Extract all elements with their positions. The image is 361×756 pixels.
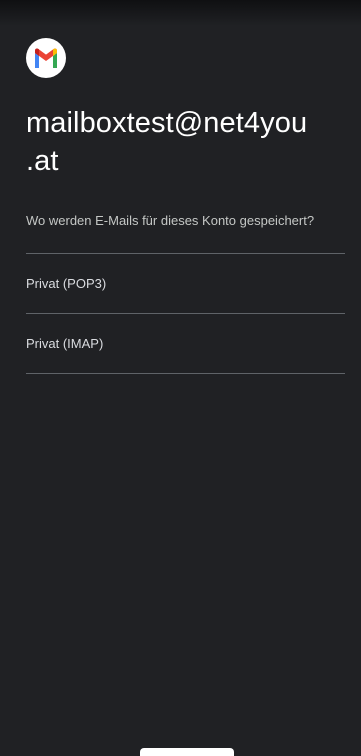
account-email-line2: .at bbox=[26, 145, 59, 177]
storage-question: Wo werden E-Mails für dieses Konto gespe… bbox=[26, 213, 315, 228]
gmail-m-icon bbox=[35, 48, 57, 68]
home-indicator[interactable] bbox=[140, 748, 234, 756]
status-bar bbox=[0, 0, 361, 26]
option-pop3-label: Privat (POP3) bbox=[26, 276, 107, 291]
gmail-logo-icon bbox=[26, 38, 66, 78]
divider bbox=[26, 373, 345, 374]
option-imap-label: Privat (IMAP) bbox=[26, 336, 104, 351]
option-imap[interactable]: Privat (IMAP) bbox=[26, 314, 345, 373]
account-email-line1: mailboxtest@net4you bbox=[26, 107, 308, 139]
option-pop3[interactable]: Privat (POP3) bbox=[26, 254, 345, 313]
account-email-title: mailboxtest@net4you .at bbox=[26, 104, 346, 180]
